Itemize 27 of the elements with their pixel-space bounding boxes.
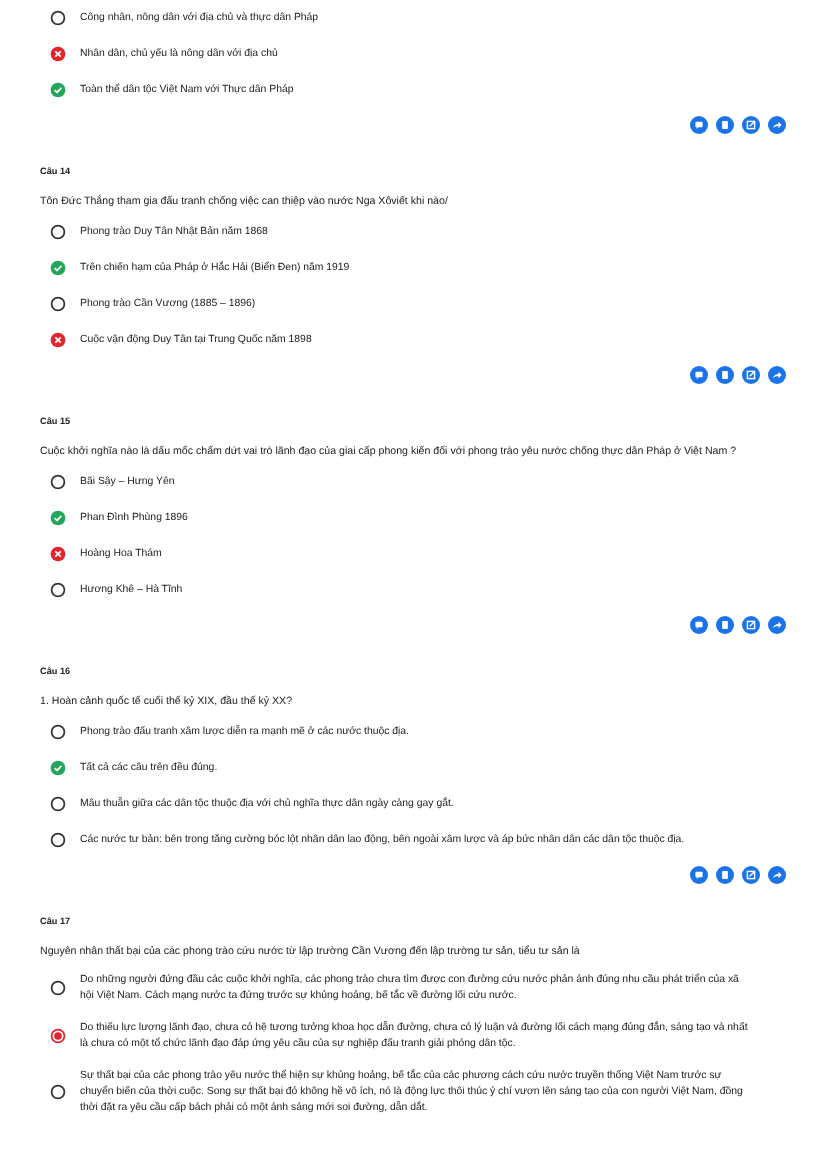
comment-icon[interactable]	[690, 116, 708, 134]
radio-icon[interactable]	[50, 1084, 66, 1100]
share-icon[interactable]	[768, 866, 786, 884]
radio-icon[interactable]	[50, 724, 66, 740]
edit-icon[interactable]	[742, 366, 760, 384]
comment-icon[interactable]	[690, 366, 708, 384]
document-icon[interactable]	[716, 366, 734, 384]
radio-icon[interactable]	[50, 474, 66, 490]
document-icon[interactable]	[716, 616, 734, 634]
edit-icon[interactable]	[742, 866, 760, 884]
radio-icon[interactable]	[50, 582, 66, 598]
share-icon[interactable]	[768, 616, 786, 634]
comment-icon[interactable]	[690, 616, 708, 634]
radio-icon[interactable]	[50, 980, 66, 996]
radio-icon[interactable]	[50, 1028, 66, 1044]
edit-icon[interactable]	[742, 116, 760, 134]
radio-icon[interactable]	[50, 224, 66, 240]
share-icon[interactable]	[768, 366, 786, 384]
radio-icon[interactable]	[50, 296, 66, 312]
document-icon[interactable]	[716, 866, 734, 884]
edit-icon[interactable]	[742, 616, 760, 634]
document-icon[interactable]	[716, 116, 734, 134]
share-icon[interactable]	[768, 116, 786, 134]
comment-icon[interactable]	[690, 866, 708, 884]
radio-icon[interactable]	[50, 10, 66, 26]
radio-icon[interactable]	[50, 832, 66, 848]
radio-icon[interactable]	[50, 796, 66, 812]
